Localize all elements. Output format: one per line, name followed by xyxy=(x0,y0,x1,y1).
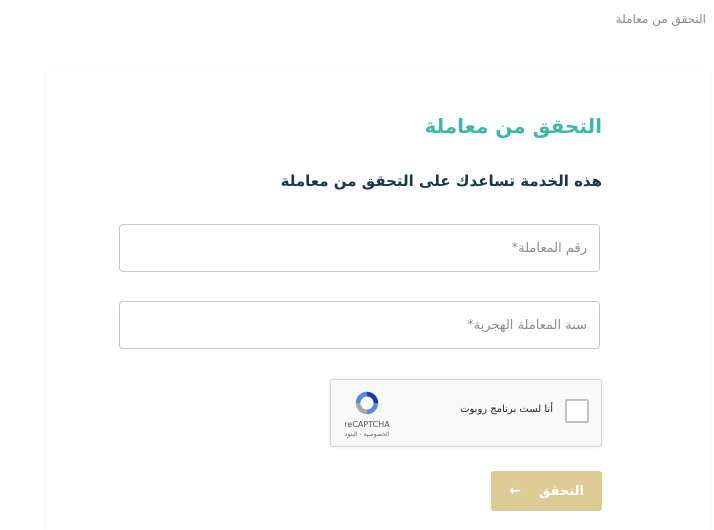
verify-button[interactable]: التحقق ← xyxy=(491,471,602,511)
breadcrumb: التحقق من معاملة xyxy=(616,12,706,26)
recaptcha-icon xyxy=(355,391,379,415)
verify-button-label: التحقق xyxy=(538,483,584,499)
form-card xyxy=(46,70,710,530)
recaptcha-privacy-links[interactable]: الخصوصية - البنود xyxy=(339,431,395,438)
transaction-number-input[interactable] xyxy=(120,225,599,271)
transaction-number-field xyxy=(119,224,600,272)
page-title: التحقق من معاملة xyxy=(424,114,602,138)
recaptcha-label: أنا لست برنامج روبوت xyxy=(460,404,553,415)
recaptcha-brand: reCAPTCHA xyxy=(344,420,390,429)
recaptcha-logo: reCAPTCHA الخصوصية - البنود xyxy=(339,388,395,438)
breadcrumb-current: التحقق من معاملة xyxy=(615,12,706,26)
hijri-year-field xyxy=(119,301,600,349)
page-subtitle: هذه الخدمة تساعدك على التحقق من معاملة xyxy=(280,172,602,190)
arrow-left-icon: ← xyxy=(509,483,521,499)
recaptcha-checkbox[interactable] xyxy=(565,399,589,423)
hijri-year-input[interactable] xyxy=(120,302,599,348)
recaptcha-widget: أنا لست برنامج روبوت reCAPTCHA الخصوصية … xyxy=(330,379,602,447)
